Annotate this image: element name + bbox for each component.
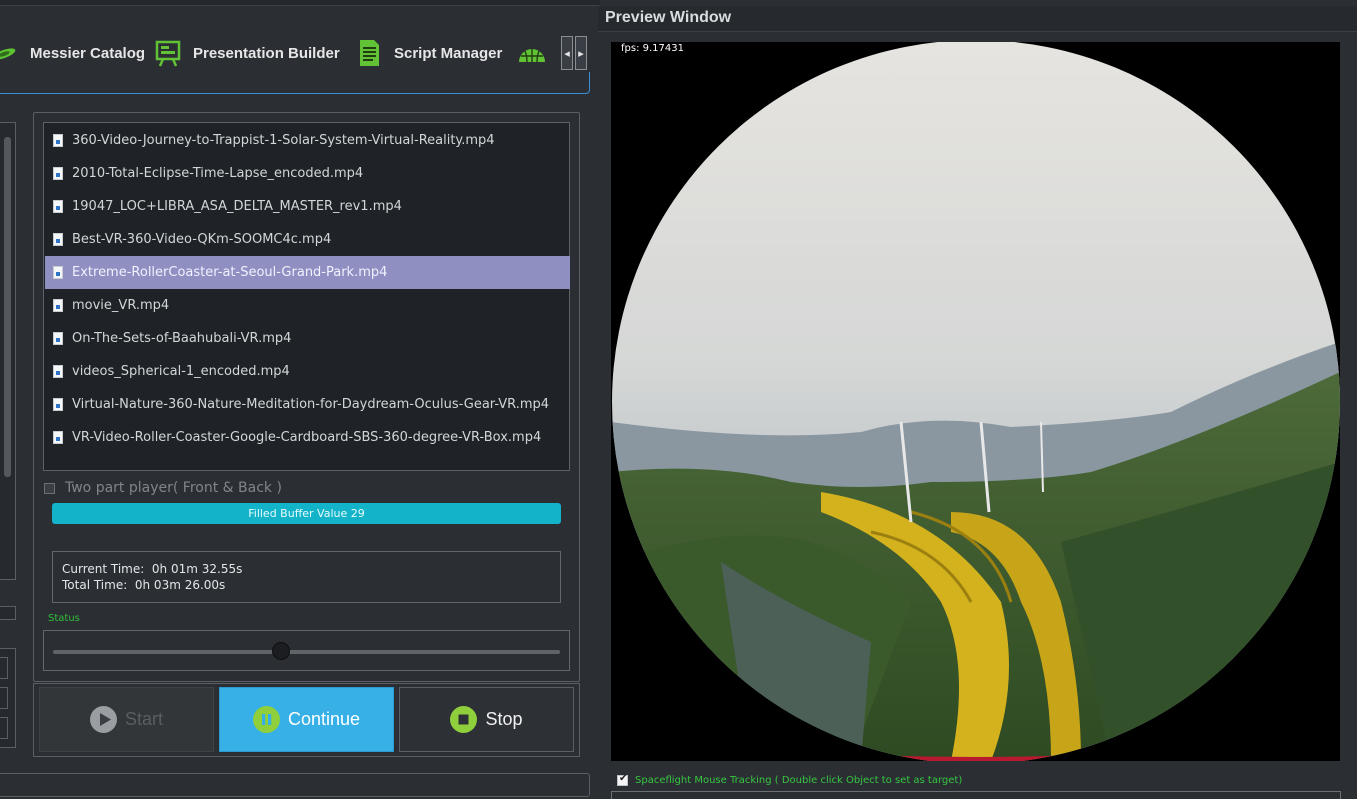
mouse-tracking-checkbox[interactable]: Spaceflight Mouse Tracking ( Double clic… [617,772,962,788]
toolbar-item-presentation-builder[interactable]: Presentation Builder [153,36,340,70]
file-icon [53,266,63,279]
presentation-board-icon [153,38,183,68]
left-stub-field[interactable] [0,606,16,620]
buffer-progress-bar: Filled Buffer Value 29 [52,503,561,524]
dome-globe-icon [517,38,547,68]
fps-readout: fps: 9.17431 [621,43,684,54]
time-info-box: Current Time: 0h 01m 32.55s Total Time: … [52,551,561,603]
toolbar-item-label: Presentation Builder [193,44,340,62]
left-stub-input[interactable] [0,717,8,739]
continue-label: Continue [287,709,361,729]
file-icon [53,233,63,246]
bottom-left-field[interactable] [0,773,590,797]
toolbar-top-strip [0,0,600,6]
checkbox-box[interactable] [617,773,628,786]
file-name: videos_Spherical-1_encoded.mp4 [72,364,290,379]
toolbar-item-messier-catalog[interactable]: Messier Catalog [0,36,145,70]
status-label: Status [48,613,80,624]
file-name: 360-Video-Journey-to-Trappist-1-Solar-Sy… [72,133,495,148]
list-item[interactable]: 2010-Total-Eclipse-Time-Lapse_encoded.mp… [45,157,570,190]
toolbar-item-script-manager[interactable]: Script Manager [354,36,502,70]
seek-slider-box [43,630,570,671]
file-icon [53,167,63,180]
module-toolbar: Messier Catalog Presentation Builder Scr… [0,0,600,80]
list-item-selected[interactable]: Extreme-RollerCoaster-at-Seoul-Grand-Par… [45,256,570,289]
buffer-label: Filled Buffer Value 29 [248,507,365,520]
checkbox-box[interactable] [44,482,55,494]
preview-viewport[interactable]: fps: 9.17431 [611,42,1340,761]
toolbar-scroll-left-button[interactable]: ◂ [561,36,573,70]
file-icon [53,200,63,213]
list-item[interactable]: On-The-Sets-of-Baahubali-VR.mp4 [45,322,570,355]
checkbox-label: Spaceflight Mouse Tracking ( Double clic… [635,774,963,786]
list-item[interactable]: VR-Video-Roller-Coaster-Google-Cardboard… [45,421,570,454]
file-name: Best-VR-360-Video-QKm-SOOMC4c.mp4 [72,232,332,247]
checkbox-label: Two part player( Front & Back ) [65,480,282,496]
two-part-player-checkbox[interactable]: Two part player( Front & Back ) [44,478,282,498]
video-file-list[interactable]: 360-Video-Journey-to-Trappist-1-Solar-Sy… [43,122,570,471]
continue-button[interactable]: Continue [219,687,394,752]
preview-title: Preview Window [605,9,732,26]
left-stub-panel [0,648,16,748]
file-name: Extreme-RollerCoaster-at-Seoul-Grand-Par… [72,265,388,280]
seek-slider-handle[interactable] [272,642,291,660]
toolbar-item-label: Messier Catalog [30,44,146,62]
script-document-icon [354,38,384,68]
left-list-scrollbar[interactable] [4,137,11,477]
file-icon [53,299,63,312]
list-item[interactable]: videos_Spherical-1_encoded.mp4 [45,355,570,388]
list-item[interactable]: movie_VR.mp4 [45,289,570,322]
preview-header: Preview Window [598,6,1357,32]
toolbar-item-dome[interactable] [517,36,557,70]
start-label: Start [124,709,163,729]
list-item[interactable]: Best-VR-360-Video-QKm-SOOMC4c.mp4 [45,223,570,256]
seek-slider-track[interactable] [53,650,560,654]
stop-icon [450,706,478,733]
pause-icon [252,706,280,733]
file-name: movie_VR.mp4 [72,298,170,313]
toolbar-underline-frame [0,72,590,94]
file-icon [53,332,63,345]
file-icon [53,365,63,378]
list-item[interactable]: 360-Video-Journey-to-Trappist-1-Solar-Sy… [45,124,570,157]
play-icon [89,706,117,733]
stop-label: Stop [485,709,523,729]
fisheye-video-frame [611,42,1340,761]
list-item[interactable]: Virtual-Nature-360-Nature-Meditation-for… [45,388,570,421]
toolbar-scroll-right-button[interactable]: ▸ [575,36,587,70]
left-stub-input[interactable] [0,657,8,679]
start-button[interactable]: Start [39,687,214,752]
left-stub-input[interactable] [0,687,8,709]
total-time: Total Time: 0h 03m 26.00s [62,578,226,592]
stop-button[interactable]: Stop [399,687,574,752]
file-name: 2010-Total-Eclipse-Time-Lapse_encoded.mp… [72,166,364,181]
file-icon [53,134,63,147]
left-side-list [0,122,16,580]
file-icon [53,431,63,444]
bottom-right-field[interactable] [611,791,1341,799]
file-name: VR-Video-Roller-Coaster-Google-Cardboard… [72,430,542,445]
galaxy-icon [0,38,20,68]
toolbar-item-label: Script Manager [394,44,503,62]
list-item[interactable]: 19047_LOC+LIBRA_ASA_DELTA_MASTER_rev1.mp… [45,190,570,223]
file-name: 19047_LOC+LIBRA_ASA_DELTA_MASTER_rev1.mp… [72,199,402,214]
file-name: On-The-Sets-of-Baahubali-VR.mp4 [72,331,292,346]
current-time: Current Time: 0h 01m 32.55s [62,562,243,576]
file-name: Virtual-Nature-360-Nature-Meditation-for… [72,397,550,412]
file-icon [53,398,63,411]
